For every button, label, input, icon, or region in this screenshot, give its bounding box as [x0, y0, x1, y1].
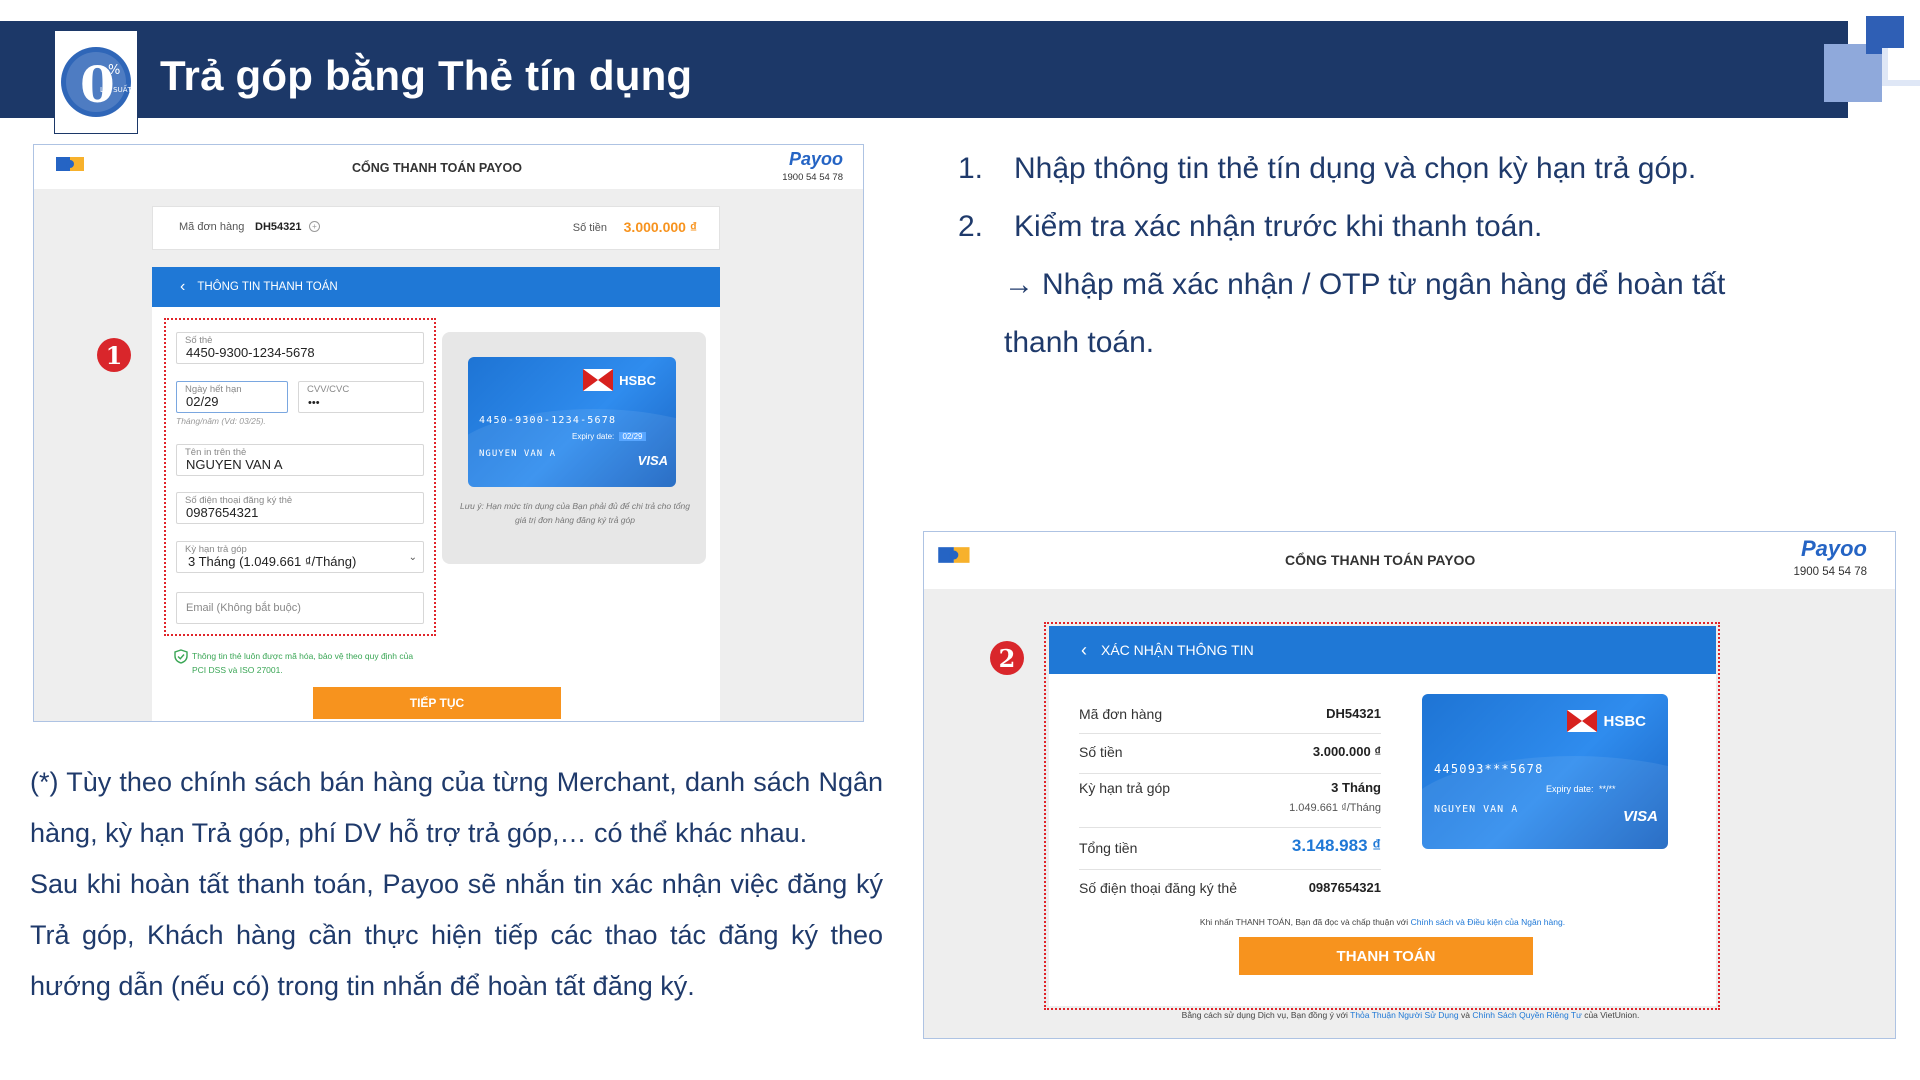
visa-logo: VISA [1622, 808, 1658, 825]
step-1: 1. Nhập thông tin thẻ tín dụng và chọn kỳ… [958, 152, 1697, 185]
footer-text: Bằng cách sử dụng Dịch vụ, Bạn đồng ý vớ… [1181, 1010, 1640, 1020]
email-placeholder: Email (Không bắt buộc) [186, 602, 301, 614]
section-header: ‹ THÔNG TIN THANH TOÁN [152, 267, 720, 307]
privacy-policy-link[interactable]: Chính Sách Quyền Riêng Tư [1472, 1010, 1581, 1020]
user-agreement-link[interactable]: Thỏa Thuận Người Sử Dụng [1350, 1010, 1458, 1020]
amount-row: Số tiền 3.000.000 ₫ [1079, 744, 1381, 774]
order-label: Mã đơn hàng [179, 221, 245, 233]
card-number-display: 4450-9300-1234-5678 [479, 415, 617, 426]
cardholder-display: NGUYEN VAN A [479, 449, 557, 459]
payment-form-screenshot: CỔNG THANH TOÁN PAYOO Payoo 1900 54 54 7… [33, 144, 864, 722]
expiry-hint: Tháng/năm (Vd: 03/25). [176, 416, 266, 426]
expiry-display: Expiry date: 02/29 [572, 432, 646, 441]
expiry-display: Expiry date: **/** [1546, 784, 1616, 794]
decor-square [1882, 48, 1920, 86]
confirmation-screenshot: CỔNG THANH TOÁN PAYOO Payoo 1900 54 54 7… [923, 531, 1896, 1039]
zero-interest-icon: 0 % LÃI SUẤT [61, 47, 132, 117]
payoo-brand: Payoo 1900 54 54 78 [1793, 536, 1867, 578]
cvv-field[interactable]: CVV/CVC ••• [298, 381, 424, 413]
cvv-label: CVV/CVC [307, 384, 350, 395]
order-row: Mã đơn hàng DH54321 [1079, 706, 1381, 734]
info-icon[interactable]: + [309, 221, 320, 232]
installment-term-value: 3 Tháng (1.049.661 ₫/Tháng) [188, 554, 357, 569]
payoo-puzzle-icon [56, 157, 84, 171]
slide: 0 % LÃI SUẤT Trả góp bằng Thẻ tín dụng C… [0, 0, 1920, 1080]
hsbc-hexagon-icon [583, 369, 614, 391]
portal-title: CỔNG THANH TOÁN PAYOO [352, 161, 522, 175]
bank-terms-link[interactable]: Chính sách và Điều kiện của Ngân hàng. [1411, 917, 1566, 927]
amount-value: 3.000.000 ₫ [623, 219, 697, 235]
note-merchant-policy: (*) Tùy theo chính sách bán hàng của từn… [30, 767, 883, 848]
card-number-display: 445093***5678 [1434, 762, 1544, 776]
back-chevron-icon[interactable]: ‹ [1081, 640, 1087, 661]
cardholder-name-value: NGUYEN VAN A [186, 457, 283, 472]
card-number-value: 4450-9300-1234-5678 [186, 345, 315, 360]
term-row: Kỳ hạn trả góp 3 Tháng 1.049.661 ₫/Tháng [1079, 780, 1381, 828]
confirm-panel: ‹ XÁC NHẬN THÔNG TIN Mã đơn hàng DH54321… [1049, 626, 1716, 1006]
arrow-right-icon: → [1004, 268, 1034, 301]
section-title: THÔNG TIN THANH TOÁN [197, 281, 338, 293]
page-title: Trả góp bằng Thẻ tín dụng [160, 52, 693, 99]
order-value: DH54321 [255, 221, 302, 233]
phone-row: Số điện thoại đăng ký thẻ 0987654321 [1079, 880, 1381, 896]
zero-interest-logo: 0 % LÃI SUẤT [54, 30, 138, 134]
payoo-puzzle-icon [938, 547, 970, 563]
payoo-top-bar: CỔNG THANH TOÁN PAYOO Payoo 1900 54 54 7… [924, 532, 1895, 589]
back-chevron-icon[interactable]: ‹ [180, 278, 185, 296]
total-row: Tổng tiền 3.148.983 ₫ [1079, 836, 1381, 870]
notes: (*) Tùy theo chính sách bán hàng của từn… [30, 757, 883, 1012]
card-number-field[interactable]: Số thẻ 4450-9300-1234-5678 [176, 332, 424, 364]
section-header: ‹ XÁC NHẬN THÔNG TIN [1049, 626, 1716, 674]
svg-text:%: % [108, 63, 120, 78]
payoo-logo-text: Payoo [788, 149, 843, 169]
instruction-steps: 1. Nhập thông tin thẻ tín dụng và chọn kỳ… [958, 140, 1858, 372]
expiry-value: 02/29 [186, 394, 219, 409]
step-2: 2. Kiểm tra xác nhận trước khi thanh toán… [958, 210, 1543, 243]
hsbc-hexagon-icon [1567, 710, 1598, 732]
cardholder-name-field[interactable]: Tên in trên thẻ NGUYEN VAN A [176, 444, 424, 476]
visa-logo: VISA [637, 453, 668, 468]
payoo-logo-text: Payoo [1800, 536, 1867, 561]
continue-button[interactable]: TIẾP TỤC [313, 687, 561, 719]
payoo-top-bar: CỔNG THANH TOÁN PAYOO Payoo 1900 54 54 7… [34, 145, 863, 189]
chevron-down-icon: ⌄ [408, 552, 417, 563]
hotline: 1900 54 54 78 [782, 172, 843, 183]
email-field[interactable]: Email (Không bắt buộc) [176, 592, 424, 624]
expiry-field[interactable]: Ngày hết hạn 02/29 [176, 381, 288, 413]
step2-badge: 2 [990, 641, 1024, 675]
card-note: Lưu ý: Hạn mức tín dụng của Bạn phải đủ … [459, 501, 691, 525]
svg-text:LÃI SUẤT: LÃI SUẤT [100, 84, 132, 94]
pay-button[interactable]: THANH TOÁN [1239, 937, 1533, 975]
phone-value: 0987654321 [186, 505, 259, 520]
phone-field[interactable]: Số điện thoại đăng ký thẻ 0987654321 [176, 492, 424, 524]
cvv-value: ••• [308, 397, 320, 409]
order-summary: Mã đơn hàng DH54321 + Số tiền 3.000.000 … [152, 206, 720, 250]
cardholder-display: NGUYEN VAN A [1434, 804, 1519, 815]
section-title: XÁC NHẬN THÔNG TIN [1101, 642, 1254, 658]
hsbc-logo: HSBC [583, 369, 656, 391]
installment-term-select[interactable]: Kỳ hạn trả góp 3 Tháng (1.049.661 ₫/Thán… [176, 541, 424, 573]
terms-text: Khi nhấn THANH TOÁN, Bạn đã đọc và chấp … [1199, 917, 1566, 927]
amount-label: Số tiền [572, 222, 607, 234]
payoo-brand: Payoo 1900 54 54 78 [782, 149, 843, 183]
hotline: 1900 54 54 78 [1793, 566, 1867, 578]
security-note: Thông tin thẻ luôn được mã hóa, bảo vệ t… [192, 651, 414, 675]
note-after-payment: Sau khi hoàn tất thanh toán, Payoo sẽ nh… [30, 869, 883, 1001]
step1-highlight [164, 318, 436, 636]
step-2-detail-cont: thanh toán. [1004, 326, 1155, 359]
credit-card-preview: HSBC 445093***5678 Expiry date: **/** NG… [1422, 694, 1668, 849]
step1-badge: 1 [97, 338, 131, 372]
credit-card-preview: HSBC 4450-9300-1234-5678 Expiry date: 02… [468, 357, 676, 487]
step-2-detail: → Nhập mã xác nhận / OTP từ ngân hàng để … [1004, 268, 1726, 301]
portal-title: CỔNG THANH TOÁN PAYOO [1285, 552, 1476, 568]
hsbc-logo: HSBC [1567, 710, 1646, 732]
